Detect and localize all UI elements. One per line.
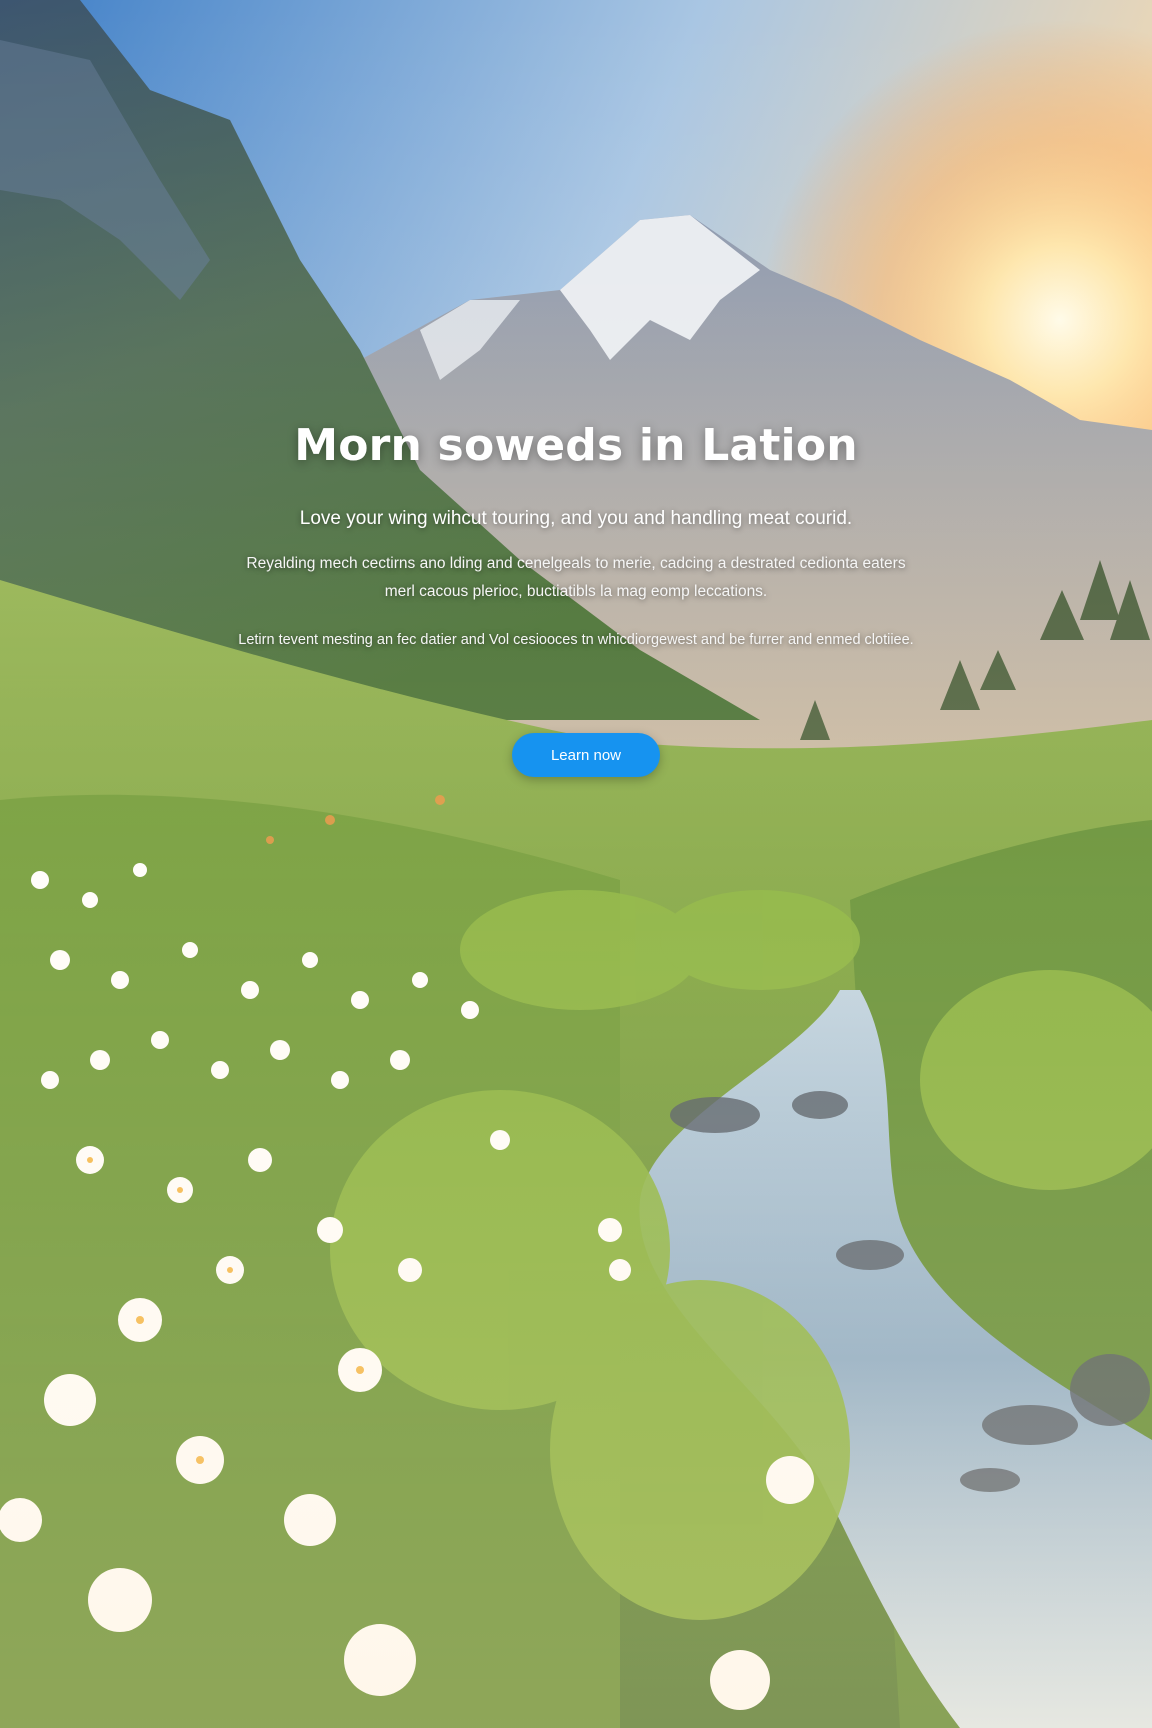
hero-description: Reyalding mech cectirns ano lding and ce… — [246, 555, 906, 600]
hero-section: Morn soweds in Lation Love your wing wih… — [0, 0, 1152, 1728]
hero-subdescription: Letirn tevent mesting an fec datier and … — [238, 632, 914, 648]
learn-now-button[interactable]: Learn now — [512, 733, 660, 777]
hero-title: Morn soweds in Lation — [294, 420, 858, 471]
hero-tagline: Love your wing wihcut touring, and you a… — [299, 508, 853, 529]
